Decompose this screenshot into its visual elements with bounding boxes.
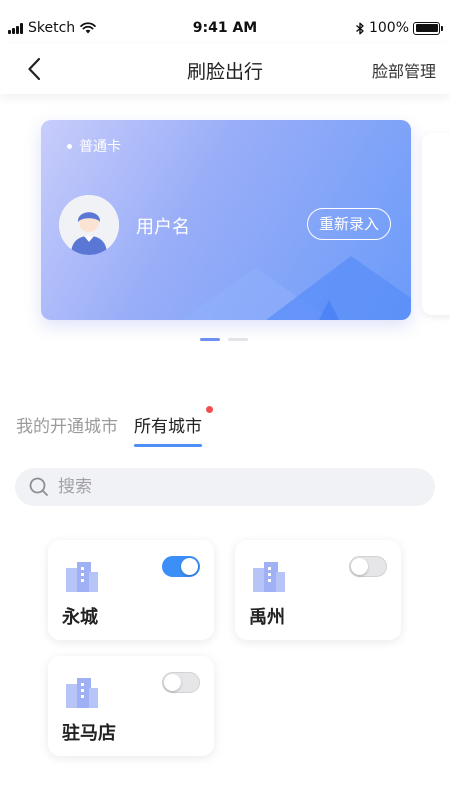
back-button[interactable] <box>22 56 48 82</box>
chevron-left-icon <box>28 57 41 81</box>
face-card[interactable]: 普通卡 用户名 重新录入 <box>41 120 411 320</box>
status-right: 100% <box>355 20 443 36</box>
building-icon <box>253 562 285 592</box>
tab-my-cities[interactable]: 我的开通城市 <box>16 412 118 437</box>
card-username: 用户名 <box>136 217 190 238</box>
bluetooth-icon <box>356 22 364 34</box>
tab-label: 所有城市 <box>134 417 202 437</box>
battery-icon <box>413 21 443 35</box>
tab-label: 我的开通城市 <box>16 417 118 437</box>
city-toggle[interactable] <box>162 672 200 693</box>
avatar <box>59 195 119 255</box>
building-icon <box>66 678 98 708</box>
city-name: 禹州 <box>249 607 285 628</box>
battery-percent: 100% <box>368 20 409 36</box>
search-icon <box>29 477 48 496</box>
search-bar[interactable] <box>15 468 435 506</box>
next-card-peek[interactable] <box>422 133 450 315</box>
city-card-zhumadian[interactable]: 驻马店 <box>48 656 214 756</box>
city-name: 永城 <box>62 607 98 628</box>
face-management-link[interactable]: 脸部管理 <box>372 58 436 82</box>
card-type: 普通卡 <box>67 136 121 156</box>
status-bar: Sketch 9:41 AM 100% <box>0 0 450 40</box>
city-card-yuzhou[interactable]: 禹州 <box>235 540 401 640</box>
search-input[interactable] <box>58 477 398 497</box>
city-name: 驻马店 <box>62 723 116 744</box>
carousel-dot <box>228 338 248 341</box>
tab-all-cities[interactable]: 所有城市 <box>134 406 213 447</box>
carousel-indicator <box>200 338 248 341</box>
nav-bar: 刷脸出行 脸部管理 <box>0 44 450 94</box>
rerecord-button[interactable]: 重新录入 <box>306 208 391 240</box>
carousel-dot-active <box>200 338 220 341</box>
notification-dot <box>206 406 213 413</box>
city-toggle[interactable] <box>162 556 200 577</box>
user-avatar-icon <box>59 195 119 255</box>
city-tabs: 我的开通城市 所有城市 <box>16 406 218 447</box>
mountains-decoration <box>181 256 411 320</box>
city-toggle[interactable] <box>349 556 387 577</box>
building-icon <box>66 562 98 592</box>
card-type-label: 普通卡 <box>79 139 121 155</box>
bullet-icon <box>67 143 72 149</box>
city-card-yongcheng[interactable]: 永城 <box>48 540 214 640</box>
